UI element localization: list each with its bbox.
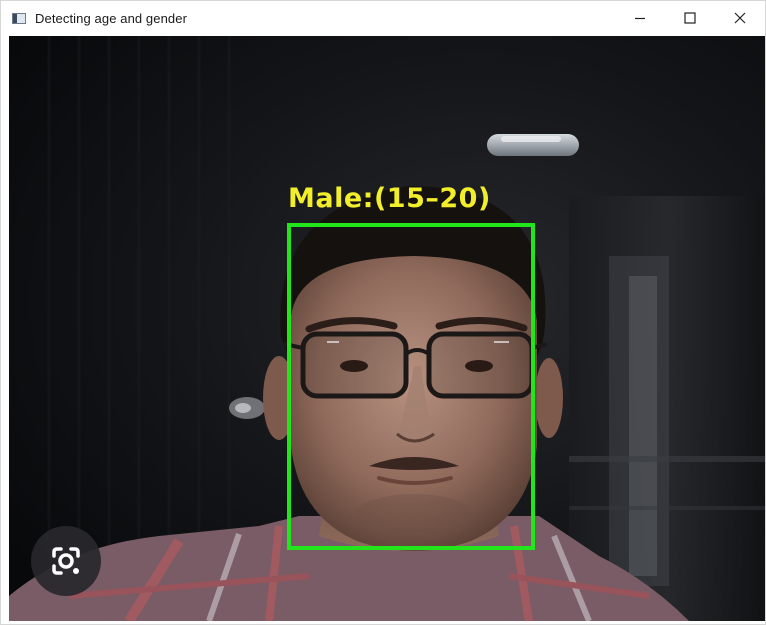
minimize-button[interactable]: [615, 1, 665, 35]
close-icon: [734, 12, 746, 24]
maximize-button[interactable]: [665, 1, 715, 35]
window-title: Detecting age and gender: [35, 10, 188, 26]
close-button[interactable]: [715, 1, 765, 35]
title-bar[interactable]: Detecting age and gender: [1, 1, 765, 35]
window-app-icon: [12, 12, 26, 24]
maximize-icon: [684, 12, 696, 24]
minimize-icon: [635, 17, 645, 20]
camera-lens-icon: [52, 547, 80, 575]
window-controls: [615, 1, 765, 35]
app-window: Detecting age and gender Male:(15–20): [0, 0, 766, 625]
detection-label: Male:(15–20): [288, 183, 491, 214]
face-bounding-box: [287, 223, 535, 550]
camera-frame: Male:(15–20): [9, 36, 765, 621]
camera-lens-button[interactable]: [31, 526, 101, 596]
